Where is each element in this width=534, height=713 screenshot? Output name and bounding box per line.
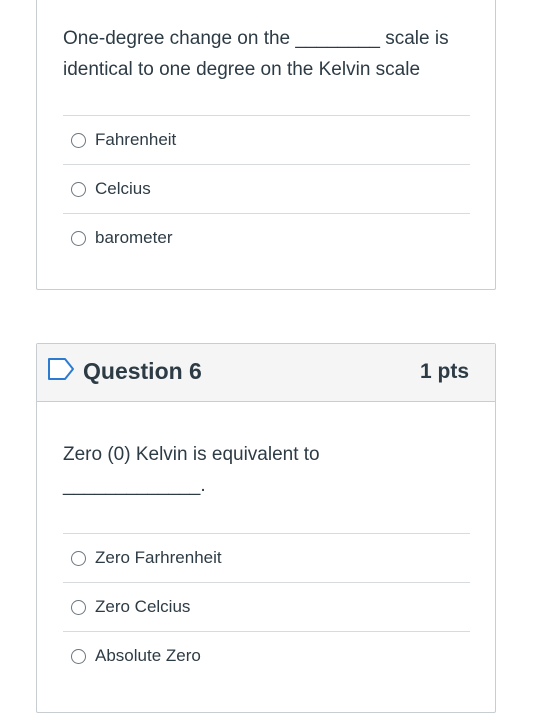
- answer-label: Fahrenheit: [95, 130, 177, 149]
- answer-option[interactable]: Zero Celcius: [63, 582, 470, 631]
- question-header: Question 6 1 pts: [37, 344, 495, 402]
- answer-option[interactable]: Celcius: [63, 164, 470, 213]
- answer-option[interactable]: Fahrenheit: [63, 115, 470, 164]
- question-title: Question 6: [83, 358, 202, 384]
- radio-button[interactable]: [71, 230, 86, 246]
- radio-button[interactable]: [71, 181, 86, 197]
- question-text: One-degree change on the ________ scale …: [63, 28, 449, 80]
- question-blank: _____________.: [63, 475, 206, 496]
- question-text: Zero (0) Kelvin is equivalent to _______…: [63, 439, 473, 501]
- question-card-5: One-degree change on the ________ scale …: [36, 0, 496, 290]
- answer-option[interactable]: Zero Farhrenheit: [63, 533, 470, 582]
- answer-list: Zero Farhrenheit Zero Celcius Absolute Z…: [63, 533, 470, 680]
- radio-button[interactable]: [71, 132, 86, 148]
- question-points: 1 pts: [419, 360, 469, 383]
- answer-option[interactable]: Absolute Zero: [63, 631, 470, 680]
- answer-label: Celcius: [95, 179, 151, 198]
- answer-list: Fahrenheit Celcius barometer: [63, 115, 470, 262]
- question-card-6: Question 6 1 pts Zero (0) Kelvin is equi…: [36, 343, 496, 713]
- radio-button[interactable]: [71, 648, 86, 664]
- question-text-line: Zero (0) Kelvin is equivalent to: [63, 444, 320, 465]
- answer-label: barometer: [95, 228, 173, 247]
- answer-label: Absolute Zero: [95, 646, 201, 665]
- answer-option[interactable]: barometer: [63, 213, 470, 262]
- radio-button[interactable]: [71, 550, 86, 566]
- answer-label: Zero Celcius: [95, 597, 191, 616]
- bookmark-flag-icon[interactable]: [47, 357, 75, 381]
- answer-label: Zero Farhrenheit: [95, 548, 222, 567]
- radio-button[interactable]: [71, 599, 86, 615]
